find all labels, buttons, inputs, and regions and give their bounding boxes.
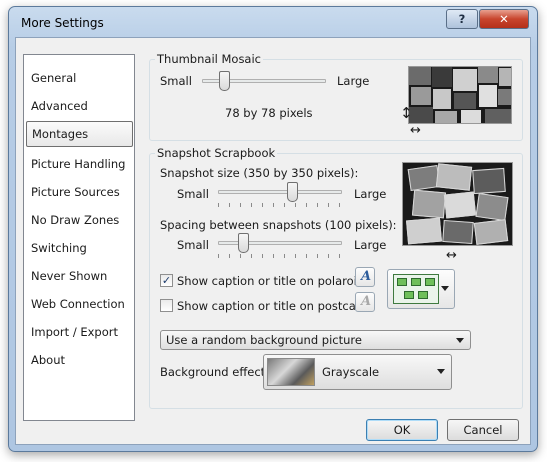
- mosaic-preview-image: [408, 66, 512, 124]
- chevron-down-icon: [456, 338, 464, 343]
- mosaic-max-label: Large: [337, 74, 370, 88]
- caption-polaroids-label: Show caption or title on polaroids: [177, 274, 371, 288]
- background-effect-label: Background effect:: [160, 365, 270, 379]
- snapshot-scrapbook-group: Snapshot Scrapbook Snapshot size (350 by…: [149, 146, 523, 409]
- spacing-min-label: Small: [177, 238, 209, 252]
- dialog-client: General Advanced Montages Picture Handli…: [15, 37, 531, 445]
- horizontal-spacing-arrow-icon: ↔: [446, 248, 457, 263]
- sidebar-item-advanced[interactable]: Advanced: [26, 93, 133, 119]
- slider-thumb[interactable]: [287, 182, 299, 202]
- vertical-size-arrow-icon: ↕: [400, 104, 413, 122]
- thumbnail-mosaic-group: Thumbnail Mosaic Small Large 78 by 78 pi…: [149, 52, 523, 141]
- window-title: More Settings: [21, 16, 104, 30]
- close-button[interactable]: ✕: [479, 9, 529, 29]
- mosaic-min-label: Small: [160, 74, 192, 88]
- snapshot-size-label: Snapshot size (350 by 350 pixels):: [160, 166, 359, 180]
- spacing-label: Spacing between snapshots (100 pixels):: [160, 218, 397, 232]
- caption-polaroids-checkbox[interactable]: ✓: [160, 274, 173, 287]
- slider-thumb[interactable]: [237, 233, 249, 253]
- photo-stack-icon: [267, 358, 315, 386]
- sidebar-item-picture-sources[interactable]: Picture Sources: [26, 179, 133, 205]
- caption-postcards-checkbox[interactable]: [160, 299, 173, 312]
- font-a-icon: A: [361, 269, 372, 284]
- help-button[interactable]: ?: [446, 9, 478, 29]
- snapshot-size-slider[interactable]: [218, 182, 342, 207]
- mosaic-size-text: 78 by 78 pixels: [225, 106, 313, 120]
- settings-window: More Settings ? ✕ General Advanced Monta…: [8, 6, 538, 452]
- spacing-slider[interactable]: [218, 233, 342, 258]
- background-effect-select[interactable]: Grayscale: [263, 354, 452, 390]
- background-effect-value: Grayscale: [322, 365, 380, 379]
- sidebar-item-general[interactable]: General: [26, 65, 133, 91]
- sidebar-item-switching[interactable]: Switching: [26, 235, 133, 261]
- horizontal-size-arrow-icon: ↔: [410, 123, 421, 138]
- slider-track: [218, 190, 342, 194]
- ok-button[interactable]: OK: [366, 419, 438, 441]
- slider-ticks: [218, 254, 342, 258]
- layout-dropdown-button[interactable]: [387, 269, 455, 309]
- mosaic-size-slider[interactable]: [202, 71, 326, 95]
- cancel-button[interactable]: Cancel: [447, 419, 519, 441]
- chevron-down-icon: [437, 369, 445, 374]
- sidebar-item-never-shown[interactable]: Never Shown: [26, 263, 133, 289]
- slider-ticks: [218, 203, 342, 207]
- sidebar-item-no-draw-zones[interactable]: No Draw Zones: [26, 207, 133, 233]
- category-list: General Advanced Montages Picture Handli…: [23, 54, 135, 421]
- snapshot-scrapbook-title: Snapshot Scrapbook: [155, 146, 278, 160]
- caption-postcards-label: Show caption or title on postcards: [177, 299, 374, 313]
- sidebar-item-montages[interactable]: Montages: [26, 121, 133, 147]
- title-bar[interactable]: More Settings ? ✕: [9, 7, 537, 37]
- thumbnail-mosaic-title: Thumbnail Mosaic: [155, 52, 263, 66]
- sidebar-item-picture-handling[interactable]: Picture Handling: [26, 151, 133, 177]
- postcard-font-button[interactable]: A: [355, 292, 375, 312]
- background-picture-select[interactable]: Use a random background picture: [160, 330, 471, 350]
- sidebar-item-web-connection[interactable]: Web Connection: [26, 291, 133, 317]
- slider-thumb[interactable]: [219, 71, 231, 91]
- sidebar-item-import-export[interactable]: Import / Export: [26, 319, 133, 345]
- sidebar-item-about[interactable]: About: [26, 347, 133, 373]
- slider-track: [218, 241, 342, 245]
- chevron-down-icon: [441, 286, 449, 291]
- font-a-disabled-icon: A: [361, 294, 372, 309]
- spacing-max-label: Large: [354, 238, 387, 252]
- grid-layout-icon: [393, 274, 439, 304]
- background-picture-value: Use a random background picture: [166, 333, 362, 347]
- snapshot-min-label: Small: [177, 187, 209, 201]
- polaroid-font-button[interactable]: A: [355, 267, 375, 287]
- snapshot-max-label: Large: [354, 187, 387, 201]
- scrapbook-preview-image: [402, 162, 513, 246]
